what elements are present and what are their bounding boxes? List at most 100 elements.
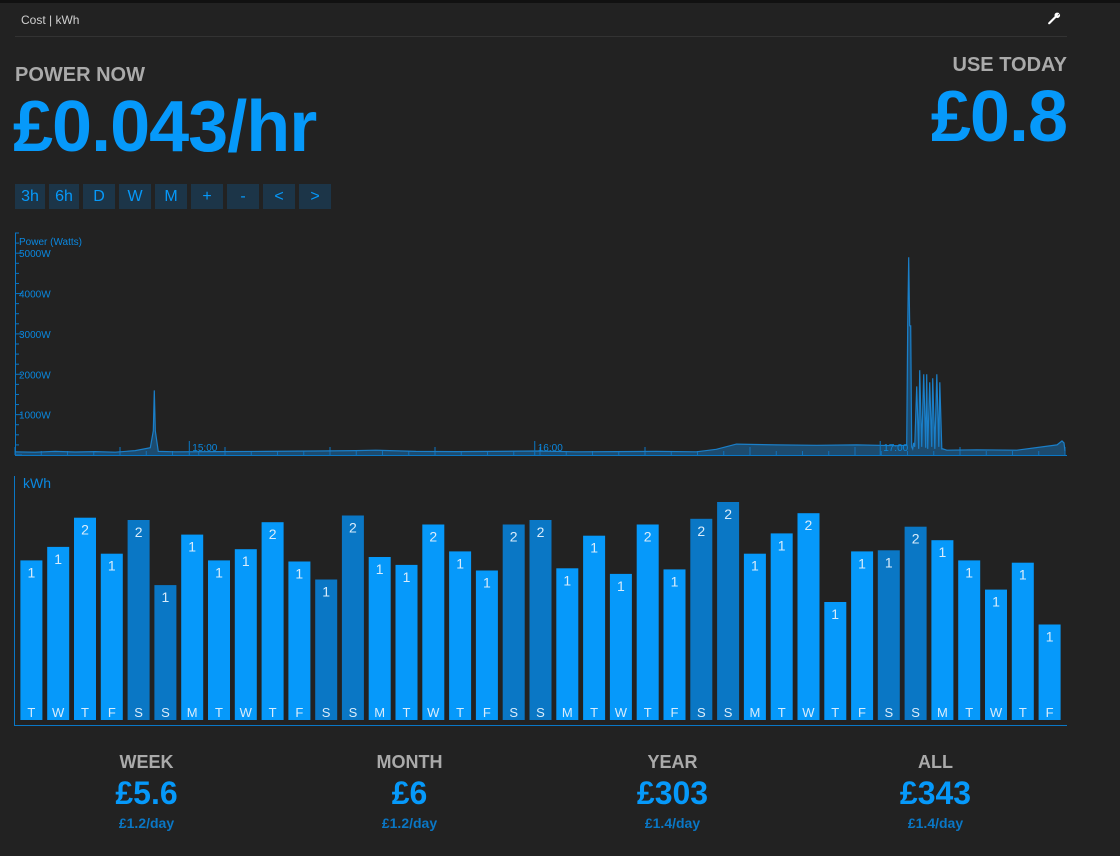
kwh-bar-value-label: 2 (349, 520, 357, 536)
kwh-bar[interactable] (74, 517, 96, 720)
summary-all: ALL £343 £1.4/day (804, 750, 1067, 834)
zoom-in-button[interactable]: + (191, 184, 223, 209)
kwh-bar-value-label: 1 (215, 564, 223, 580)
kwh-day-label: S (509, 705, 518, 720)
pan-right-button[interactable]: > (299, 184, 331, 209)
kwh-day-label: T (403, 705, 411, 720)
kwh-bar-value-label: 1 (858, 555, 866, 571)
kwh-bar[interactable] (288, 561, 311, 721)
kwh-bar[interactable] (663, 569, 686, 720)
kwh-bar[interactable] (583, 535, 606, 720)
kwh-bar-value-label: 1 (108, 558, 116, 574)
kwh-bar[interactable] (797, 513, 820, 720)
kwh-bar-value-label: 1 (242, 553, 250, 569)
kwh-bar[interactable] (154, 585, 177, 720)
kwh-chart[interactable]: kWh 1 T 1 W 2 T 1 F 2 S 1 S 1 M 1 T 1 W 2 T 1 F 1 S 2 S 1 M 1 T 2 W 1 T 1 F… (10, 474, 1070, 728)
kwh-bar[interactable] (395, 564, 418, 720)
kwh-day-label: S (697, 705, 706, 720)
range-6h-button[interactable]: 6h (49, 184, 79, 209)
kwh-bar[interactable] (743, 553, 766, 720)
kwh-bar-value-label: 1 (831, 606, 839, 622)
kwh-day-label: S (536, 705, 545, 720)
kwh-bar-value-label: 2 (429, 529, 437, 545)
kwh-bar-value-label: 2 (135, 524, 143, 540)
summary-all-rate: £1.4/day (907, 815, 964, 831)
summary-year-value: £303 (636, 775, 709, 811)
kwh-day-label: F (858, 705, 866, 720)
kwh-day-label: M (187, 705, 198, 720)
summary-year: YEAR £303 £1.4/day (541, 750, 804, 834)
kwh-bar-value-label: 1 (1019, 567, 1027, 583)
summary-all-value: £343 (899, 775, 972, 811)
zoom-out-button[interactable]: - (227, 184, 259, 209)
kwh-bar-value-label: 1 (322, 584, 330, 600)
kwh-bar[interactable] (341, 515, 364, 721)
kwh-day-label: T (965, 705, 973, 720)
kwh-bar-value-label: 2 (697, 523, 705, 539)
range-week-button[interactable]: W (119, 184, 151, 209)
summary-month-value: £6 (391, 775, 428, 811)
window-top-edge (0, 0, 1120, 3)
kwh-bar[interactable] (851, 551, 874, 720)
kwh-bar[interactable] (208, 560, 230, 720)
kwh-bar-value-label: 1 (456, 555, 464, 571)
kwh-day-label: T (215, 705, 223, 720)
kwh-bar[interactable] (529, 520, 552, 720)
kwh-bar[interactable] (502, 524, 525, 721)
kwh-day-label: T (269, 705, 277, 720)
kwh-bar[interactable] (47, 546, 70, 720)
summary-all-label: ALL (918, 752, 953, 772)
kwh-bar[interactable] (904, 526, 927, 720)
power-now-value: £0.043/hr (13, 87, 317, 167)
kwh-bar[interactable] (636, 524, 659, 721)
power-y-tick-label: 3000W (19, 330, 51, 341)
kwh-bar[interactable] (181, 534, 204, 720)
kwh-bar-value-label: 1 (54, 551, 62, 567)
kwh-bar[interactable] (368, 557, 391, 720)
kwh-bar-value-label: 1 (188, 539, 196, 555)
app-title: Cost | kWh (21, 13, 80, 27)
kwh-bar[interactable] (100, 553, 123, 720)
power-chart[interactable]: Power (Watts) 1000W2000W3000W4000W5000W … (10, 228, 1070, 460)
kwh-bar[interactable] (958, 560, 981, 720)
range-button-row: 3h 6h D W M + - < > (15, 184, 335, 209)
kwh-bar[interactable] (315, 579, 338, 721)
range-3h-button[interactable]: 3h (15, 184, 45, 209)
kwh-bar[interactable] (556, 568, 579, 720)
wrench-icon[interactable] (1047, 12, 1061, 26)
kwh-day-label: S (884, 705, 893, 720)
kwh-day-label: S (911, 705, 920, 720)
pan-left-button[interactable]: < (263, 184, 295, 209)
power-now-label: POWER NOW (15, 64, 145, 86)
kwh-bar[interactable] (931, 540, 954, 720)
kwh-bar[interactable] (234, 549, 257, 720)
kwh-bar[interactable] (1011, 562, 1034, 720)
kwh-bar[interactable] (475, 570, 498, 721)
kwh-bar-value-label: 1 (992, 594, 1000, 610)
kwh-bar[interactable] (20, 560, 43, 720)
kwh-day-label: T (27, 705, 35, 720)
kwh-bar[interactable] (717, 502, 740, 720)
kwh-bar[interactable] (127, 520, 150, 720)
kwh-bar[interactable] (422, 524, 445, 721)
kwh-bar[interactable] (609, 573, 632, 720)
kwh-day-label: S (161, 705, 170, 720)
kwh-bar[interactable] (770, 533, 793, 720)
kwh-bar[interactable] (261, 522, 284, 720)
kwh-day-label: F (483, 705, 491, 720)
kwh-bar[interactable] (449, 551, 472, 720)
kwh-day-label: T (590, 705, 598, 720)
power-y-tick-label: 5000W (19, 249, 51, 260)
power-y-ticks: 1000W 2000W 3000W 4000W 5000W (19, 249, 51, 421)
range-month-button[interactable]: M (155, 184, 187, 209)
kwh-day-label: W (52, 705, 65, 720)
kwh-bar-value-label: 2 (724, 506, 732, 522)
kwh-day-label: F (295, 705, 303, 720)
kwh-bar-value-label: 2 (81, 522, 89, 538)
range-day-button[interactable]: D (83, 184, 115, 209)
kwh-bar[interactable] (690, 518, 713, 720)
power-y-axis-label: Power (Watts) (19, 237, 82, 248)
kwh-bar[interactable] (877, 550, 900, 720)
summary-footer: WEEK £5.6 £1.2/day MONTH £6 £1.2/day YEA… (15, 750, 1067, 840)
kwh-day-label: T (81, 705, 89, 720)
